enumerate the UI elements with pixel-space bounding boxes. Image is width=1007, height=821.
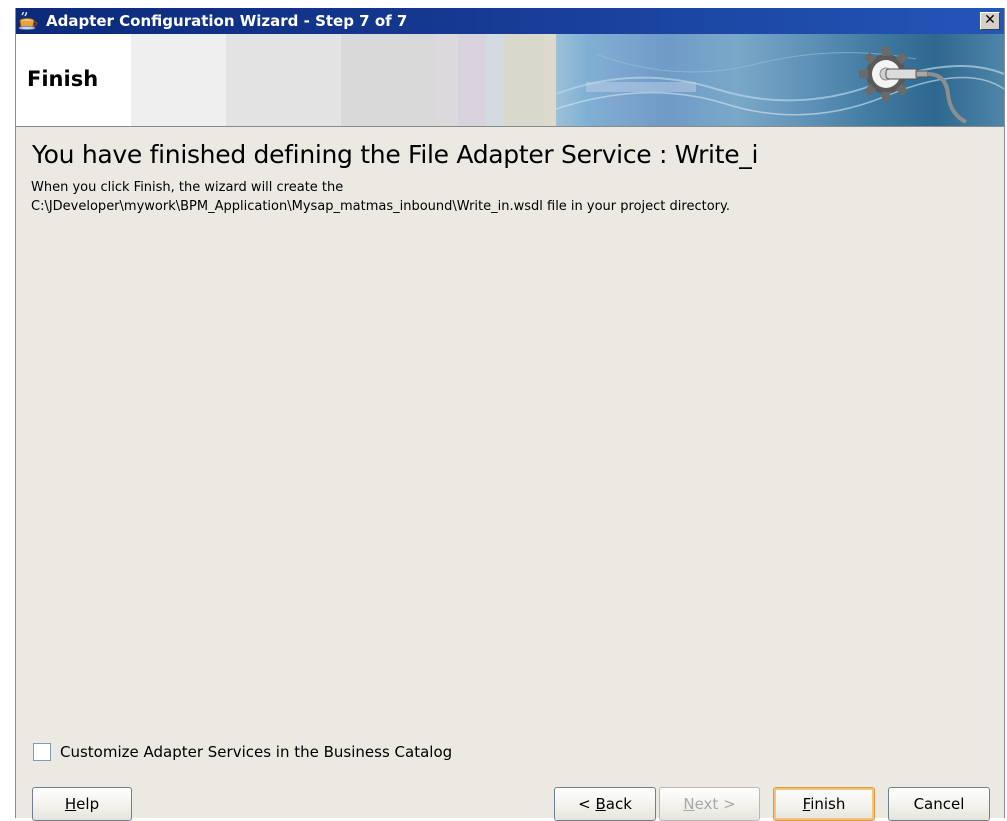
wizard-banner: Finish — [16, 34, 1004, 127]
wizard-content: You have finished defining the File Adap… — [16, 127, 1004, 821]
coffee-cup-icon — [18, 10, 38, 30]
finish-description: When you click Finish, the wizard will c… — [31, 178, 730, 216]
customize-catalog-checkbox[interactable] — [33, 743, 51, 761]
customize-catalog-label[interactable]: Customize Adapter Services in the Busine… — [60, 741, 452, 763]
description-line-2: C:\JDeveloper\mywork\BPM_Application\Mys… — [31, 199, 730, 214]
step-title: Finish — [27, 67, 99, 91]
title-bar[interactable]: Adapter Configuration Wizard - Step 7 of… — [16, 8, 1004, 34]
cancel-button[interactable]: Cancel — [888, 787, 990, 821]
help-button[interactable]: Help — [32, 787, 132, 821]
gear-plug-icon — [556, 47, 1004, 124]
adapter-wizard-window: Adapter Configuration Wizard - Step 7 of… — [15, 8, 1005, 821]
close-button[interactable]: ✕ — [980, 12, 1000, 30]
finish-button[interactable]: Finish — [773, 787, 875, 821]
finish-heading: You have finished defining the File Adap… — [32, 140, 759, 169]
description-line-1: When you click Finish, the wizard will c… — [31, 180, 344, 195]
back-button[interactable]: < Back — [554, 787, 656, 821]
window-title: Adapter Configuration Wizard - Step 7 of… — [46, 12, 408, 30]
next-button[interactable]: Next > — [659, 787, 760, 821]
